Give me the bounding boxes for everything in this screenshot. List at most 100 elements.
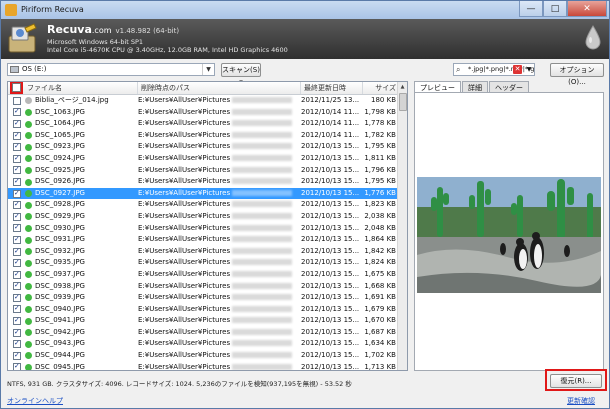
row-checkbox[interactable] [13,247,21,256]
table-row[interactable]: DSC_1064.JPG E:¥Users¥AllUser¥Pictures 201… [8,118,400,130]
row-checkbox[interactable] [13,96,21,105]
row-checkbox[interactable] [13,362,21,370]
row-checkbox[interactable] [13,270,21,279]
file-name: DSC_0925.JPG [35,165,85,174]
table-row[interactable]: DSC_0930.JPG E:¥Users¥AllUser¥Pictures 201… [8,223,400,235]
check-updates-link[interactable]: 更新確認 [567,396,595,406]
recovery-state-icon [25,213,32,221]
minimize-button[interactable]: — [519,1,543,17]
file-path-text: E:¥Users¥AllUser¥Pictures [138,351,231,360]
toolbar: OS (E:) ▼ スキャン(S) ▾ ⌕ *.jpg|*.png|*.raw|… [1,59,609,86]
chevron-down-icon[interactable]: ▼ [524,64,534,75]
vertical-scrollbar[interactable]: ▲ [397,82,407,370]
table-row[interactable]: DSC_0925.JPG E:¥Users¥AllUser¥Pictures 201… [8,165,400,177]
row-checkbox[interactable] [13,142,21,152]
table-row[interactable]: DSC_0940.JPG E:¥Users¥AllUser¥Pictures 201… [8,304,400,316]
row-checkbox[interactable] [13,339,21,349]
file-path: E:¥Users¥AllUser¥Pictures [138,211,293,223]
row-checkbox[interactable] [13,154,21,163]
table-row[interactable]: DSC_0929.JPG E:¥Users¥AllUser¥Pictures 201… [8,211,400,223]
row-checkbox[interactable] [13,328,21,337]
row-checkbox[interactable] [13,304,21,314]
table-row[interactable]: DSC_0938.JPG E:¥Users¥AllUser¥Pictures 201… [8,281,400,293]
redacted-path [232,143,293,150]
table-row[interactable]: DSC_0928.JPG E:¥Users¥AllUser¥Pictures 201… [8,199,400,211]
maximize-button[interactable]: □ [543,1,567,17]
table-row[interactable]: DSC_0931.JPG E:¥Users¥AllUser¥Pictures 201… [8,234,400,246]
table-row[interactable]: DSC_0941.JPG E:¥Users¥AllUser¥Pictures 201… [8,315,400,327]
row-checkbox[interactable] [13,281,21,291]
row-checkbox[interactable] [13,107,21,117]
row-checkbox[interactable] [13,351,21,360]
recovery-state-icon [25,178,32,186]
table-row[interactable]: DSC_1065.JPG E:¥Users¥AllUser¥Pictures 201… [8,130,400,142]
recovery-state-icon [25,166,32,174]
file-name: DSC_0924.JPG [35,153,85,162]
row-checkbox[interactable] [13,200,21,210]
file-path: E:¥Users¥AllUser¥Pictures [138,165,293,177]
file-path-text: E:¥Users¥AllUser¥Pictures [138,96,231,104]
redacted-path [232,259,293,266]
file-date: 2012/10/13 15... [301,293,360,302]
column-header-date[interactable]: 最終更新日時 [301,82,363,94]
scan-button[interactable]: スキャン(S) ▾ [221,63,261,86]
table-row[interactable]: DSC_0944.JPG E:¥Users¥AllUser¥Pictures 201… [8,350,400,362]
file-date: 2012/10/13 15... [301,177,360,186]
table-row[interactable]: DSC_0943.JPG E:¥Users¥AllUser¥Pictures 201… [8,338,400,350]
row-checkbox[interactable] [13,212,21,221]
scroll-thumb[interactable] [399,93,407,111]
table-row[interactable]: DSC_0945.JPG E:¥Users¥AllUser¥Pictures 201… [8,362,400,370]
window-title: Piriform Recuva [21,5,84,14]
row-checkbox[interactable] [13,316,21,326]
chevron-down-icon[interactable]: ▼ [202,64,214,75]
table-row[interactable]: DSC_0927.JPG E:¥Users¥AllUser¥Pictures 201… [8,187,400,200]
file-size: 1,687 KB [364,327,396,336]
file-name: DSC_0939.JPG [35,293,85,302]
column-header-name[interactable]: ファイル名 [24,82,138,94]
column-header-size[interactable]: サイズ [363,82,400,94]
row-checkbox[interactable] [13,165,21,175]
table-row[interactable]: DSC_0935.JPG E:¥Users¥AllUser¥Pictures 201… [8,257,400,269]
table-row[interactable]: DSC_0942.JPG E:¥Users¥AllUser¥Pictures 201… [8,327,400,339]
table-row[interactable]: DSC_0923.JPG E:¥Users¥AllUser¥Pictures 201… [8,141,400,153]
file-date: 2012/10/14 11... [301,130,360,139]
window-controls: — □ ✕ [519,1,607,17]
table-row[interactable]: Biblia_ページ_014.jpg E:¥Users¥AllUser¥Pictu… [8,95,400,107]
table-row[interactable]: DSC_0939.JPG E:¥Users¥AllUser¥Pictures 201… [8,292,400,304]
file-name: DSC_0932.JPG [35,246,85,255]
table-row[interactable]: DSC_0924.JPG E:¥Users¥AllUser¥Pictures 201… [8,153,400,165]
row-checkbox[interactable] [13,177,21,186]
row-checkbox[interactable] [13,131,21,140]
table-row[interactable]: DSC_0926.JPG E:¥Users¥AllUser¥Pictures 201… [8,176,400,188]
recuva-window: Piriform Recuva — □ ✕ Recuva.com v1.48.98… [0,0,610,409]
file-path-text: E:¥Users¥AllUser¥Pictures [138,153,231,162]
file-date: 2012/10/13 15... [301,258,360,267]
row-checkbox[interactable] [13,293,21,302]
options-button[interactable]: オプション(O)... [550,63,604,86]
file-path: E:¥Users¥AllUser¥Pictures [138,188,293,200]
file-path-text: E:¥Users¥AllUser¥Pictures [138,246,231,255]
redacted-path [232,120,293,127]
file-path-text: E:¥Users¥AllUser¥Pictures [138,258,231,267]
clear-filter-icon[interactable]: ✕ [513,65,522,74]
table-row[interactable]: DSC_0937.JPG E:¥Users¥AllUser¥Pictures 201… [8,269,400,281]
file-name: DSC_0929.JPG [35,211,85,220]
filename-filter-input[interactable]: ⌕ *.jpg|*.png|*.raw|*.gif ✕ ▼ [453,63,535,76]
column-header-path[interactable]: 削除時点のパス [138,82,301,94]
file-path: E:¥Users¥AllUser¥Pictures [138,199,293,211]
table-row[interactable]: DSC_1063.JPG E:¥Users¥AllUser¥Pictures 201… [8,107,400,119]
row-checkbox[interactable] [13,189,21,198]
redacted-path [232,212,293,219]
app-header: Recuva.com v1.48.982 (64-bit) Microsoft W… [1,19,609,59]
row-checkbox[interactable] [13,258,21,268]
scroll-up-icon[interactable]: ▲ [398,82,407,92]
online-help-link[interactable]: オンラインヘルプ [7,396,63,406]
row-checkbox[interactable] [13,223,21,233]
redacted-path [232,340,293,347]
drive-select[interactable]: OS (E:) ▼ [7,63,215,76]
close-button[interactable]: ✕ [567,1,607,17]
table-row[interactable]: DSC_0932.JPG E:¥Users¥AllUser¥Pictures 201… [8,246,400,258]
row-checkbox[interactable] [13,119,21,128]
row-checkbox[interactable] [13,235,21,244]
file-rows: Biblia_ページ_014.jpg E:¥Users¥AllUser¥Pictu… [8,95,400,370]
